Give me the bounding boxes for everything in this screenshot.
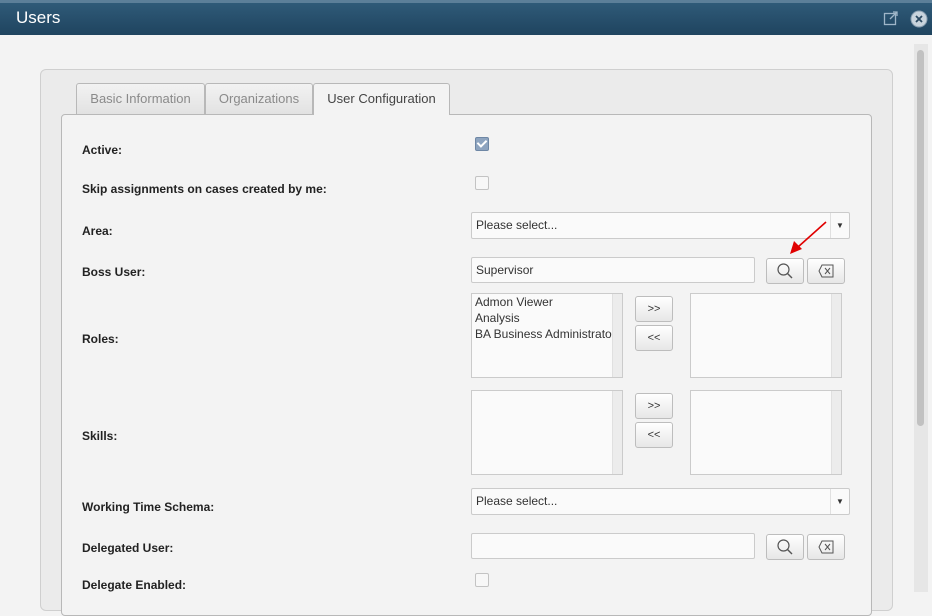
roles-available-list[interactable]: Admon Viewer Analysis BA Business Admini… [471,293,623,378]
delegated-user-field[interactable] [471,533,755,559]
delegate-enabled-label: Delegate Enabled: [82,578,187,592]
scrollbar[interactable] [831,294,841,377]
skills-label: Skills: [82,429,118,443]
window-scrollbar[interactable] [914,44,928,592]
skills-add-button[interactable]: >> [635,393,673,419]
close-icon[interactable] [910,10,928,31]
working-time-schema-label: Working Time Schema: [82,500,215,514]
list-item[interactable]: Admon Viewer [475,295,553,309]
annotation-arrow-icon [790,221,827,254]
tab-basic-information[interactable]: Basic Information [76,83,205,114]
tab-organizations[interactable]: Organizations [205,83,313,114]
roles-selected-list[interactable] [690,293,842,378]
roles-remove-button[interactable]: << [635,325,673,351]
scrollbar[interactable] [831,391,841,474]
skills-available-list[interactable] [471,390,623,475]
scrollbar-thumb[interactable] [917,50,924,426]
skills-selected-list[interactable] [690,390,842,475]
delegated-user-label: Delegated User: [82,541,174,555]
active-label: Active: [82,143,123,157]
area-label: Area: [82,224,113,238]
search-icon [777,539,793,555]
boss-user-label: Boss User: [82,265,146,279]
window-title: Users [16,8,61,27]
clear-icon [818,540,834,554]
skills-remove-button[interactable]: << [635,422,673,448]
delegated-user-clear-button[interactable] [807,534,845,560]
list-item[interactable]: BA Business Administrator [475,327,616,341]
boss-user-search-button[interactable] [766,258,804,284]
search-icon [777,263,793,279]
scrollbar[interactable] [612,391,622,474]
chevron-down-icon[interactable]: ▼ [830,489,849,514]
roles-add-button[interactable]: >> [635,296,673,322]
working-time-schema-select[interactable]: Please select... ▼ [471,488,850,515]
window-titlebar: Users [0,0,932,35]
clear-icon [818,264,834,278]
tab-user-configuration[interactable]: User Configuration [313,83,450,115]
active-checkbox[interactable] [475,137,489,151]
scrollbar[interactable] [612,294,622,377]
skip-assignments-checkbox[interactable] [475,176,489,190]
roles-label: Roles: [82,332,119,346]
area-select-value: Please select... [476,218,558,232]
popout-icon[interactable] [883,10,899,29]
list-item[interactable]: Analysis [475,311,520,325]
checkmark-icon [476,137,488,148]
delegate-enabled-checkbox[interactable] [475,573,489,587]
boss-user-clear-button[interactable] [807,258,845,284]
boss-user-field[interactable]: Supervisor [471,257,755,283]
skip-assignments-label: Skip assignments on cases created by me: [82,182,327,196]
working-time-schema-value: Please select... [476,494,558,508]
delegated-user-search-button[interactable] [766,534,804,560]
